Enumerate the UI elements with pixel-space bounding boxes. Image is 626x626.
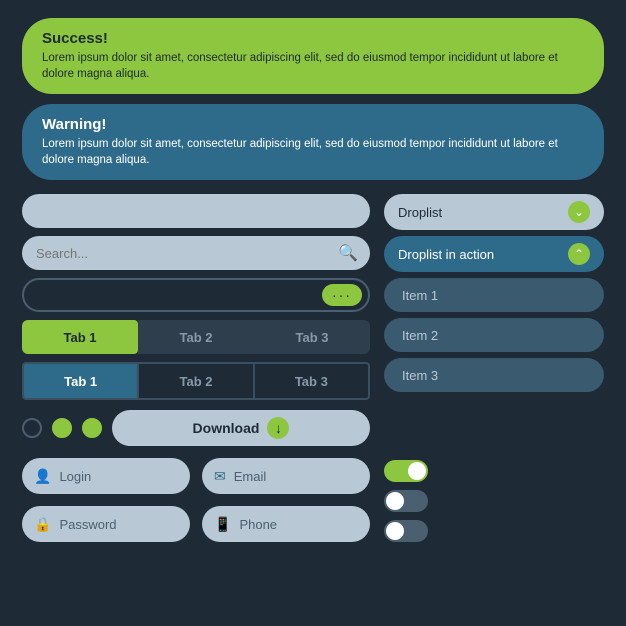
chevron-down-icon: ⌄ bbox=[568, 201, 590, 223]
password-field: 🔒 bbox=[22, 506, 190, 542]
warning-title: Warning! bbox=[42, 116, 584, 133]
password-input[interactable] bbox=[59, 517, 178, 532]
toggle-knob-off-2 bbox=[386, 522, 404, 540]
form-row-1: 👤 ✉ bbox=[22, 458, 370, 494]
outlined-input-wrapper: ··· bbox=[22, 278, 370, 312]
toggles-column bbox=[384, 460, 604, 542]
tab1-btn-blue[interactable]: Tab 1 bbox=[24, 364, 139, 398]
phone-input[interactable] bbox=[239, 517, 358, 532]
user-icon: 👤 bbox=[34, 468, 51, 485]
droplist-item-1[interactable]: Item 1 bbox=[384, 278, 604, 312]
download-row: Download ↓ bbox=[22, 410, 370, 446]
phone-field: 📱 bbox=[202, 506, 370, 542]
phone-icon: 📱 bbox=[214, 516, 231, 533]
droplist-active[interactable]: Droplist in action ⌃ bbox=[384, 236, 604, 272]
dots-button[interactable]: ··· bbox=[322, 284, 362, 306]
tab2-btn-1[interactable]: Tab 2 bbox=[138, 320, 254, 354]
tab1-btn-green[interactable]: Tab 1 bbox=[22, 320, 138, 354]
outlined-input[interactable] bbox=[22, 278, 370, 312]
success-title: Success! bbox=[42, 30, 584, 47]
droplist-active-label: Droplist in action bbox=[398, 247, 494, 262]
radio-filled[interactable] bbox=[52, 418, 72, 438]
download-label: Download bbox=[193, 420, 260, 436]
toggle-knob-on bbox=[408, 462, 426, 480]
success-text: Lorem ipsum dolor sit amet, consectetur … bbox=[42, 50, 584, 82]
download-arrow-icon: ↓ bbox=[267, 417, 289, 439]
form-row-2: 🔒 📱 bbox=[22, 506, 370, 542]
droplist-closed[interactable]: Droplist ⌄ bbox=[384, 194, 604, 230]
search-icon: 🔍 bbox=[338, 243, 358, 263]
email-field: ✉ bbox=[202, 458, 370, 494]
tabs-row-2: Tab 1 Tab 2 Tab 3 bbox=[22, 362, 370, 400]
tabs-row-1: Tab 1 Tab 2 Tab 3 bbox=[22, 320, 370, 354]
toggle-off-2[interactable] bbox=[384, 520, 428, 542]
toggle-off-1[interactable] bbox=[384, 490, 428, 512]
empty-input[interactable] bbox=[22, 194, 370, 228]
toggle-knob-off-1 bbox=[386, 492, 404, 510]
droplist-item-3[interactable]: Item 3 bbox=[384, 358, 604, 392]
email-icon: ✉ bbox=[214, 468, 226, 485]
download-button[interactable]: Download ↓ bbox=[112, 410, 370, 446]
tab3-btn-1[interactable]: Tab 3 bbox=[254, 320, 370, 354]
success-alert: Success! Lorem ipsum dolor sit amet, con… bbox=[22, 18, 604, 94]
search-input[interactable] bbox=[22, 236, 370, 270]
droplist-label: Droplist bbox=[398, 205, 442, 220]
lock-icon: 🔒 bbox=[34, 516, 51, 533]
warning-alert: Warning! Lorem ipsum dolor sit amet, con… bbox=[22, 104, 604, 180]
radio-empty-1[interactable] bbox=[22, 418, 42, 438]
tab3-btn-2[interactable]: Tab 3 bbox=[255, 364, 368, 398]
warning-text: Lorem ipsum dolor sit amet, consectetur … bbox=[42, 136, 584, 168]
login-input[interactable] bbox=[59, 469, 178, 484]
radio-filled-2[interactable] bbox=[82, 418, 102, 438]
login-field: 👤 bbox=[22, 458, 190, 494]
toggle-on[interactable] bbox=[384, 460, 428, 482]
empty-input-wrapper bbox=[22, 194, 370, 228]
search-input-wrapper: 🔍 bbox=[22, 236, 370, 270]
tab2-btn-2[interactable]: Tab 2 bbox=[139, 364, 254, 398]
droplist-item-2[interactable]: Item 2 bbox=[384, 318, 604, 352]
email-input[interactable] bbox=[234, 469, 358, 484]
chevron-up-icon: ⌃ bbox=[568, 243, 590, 265]
